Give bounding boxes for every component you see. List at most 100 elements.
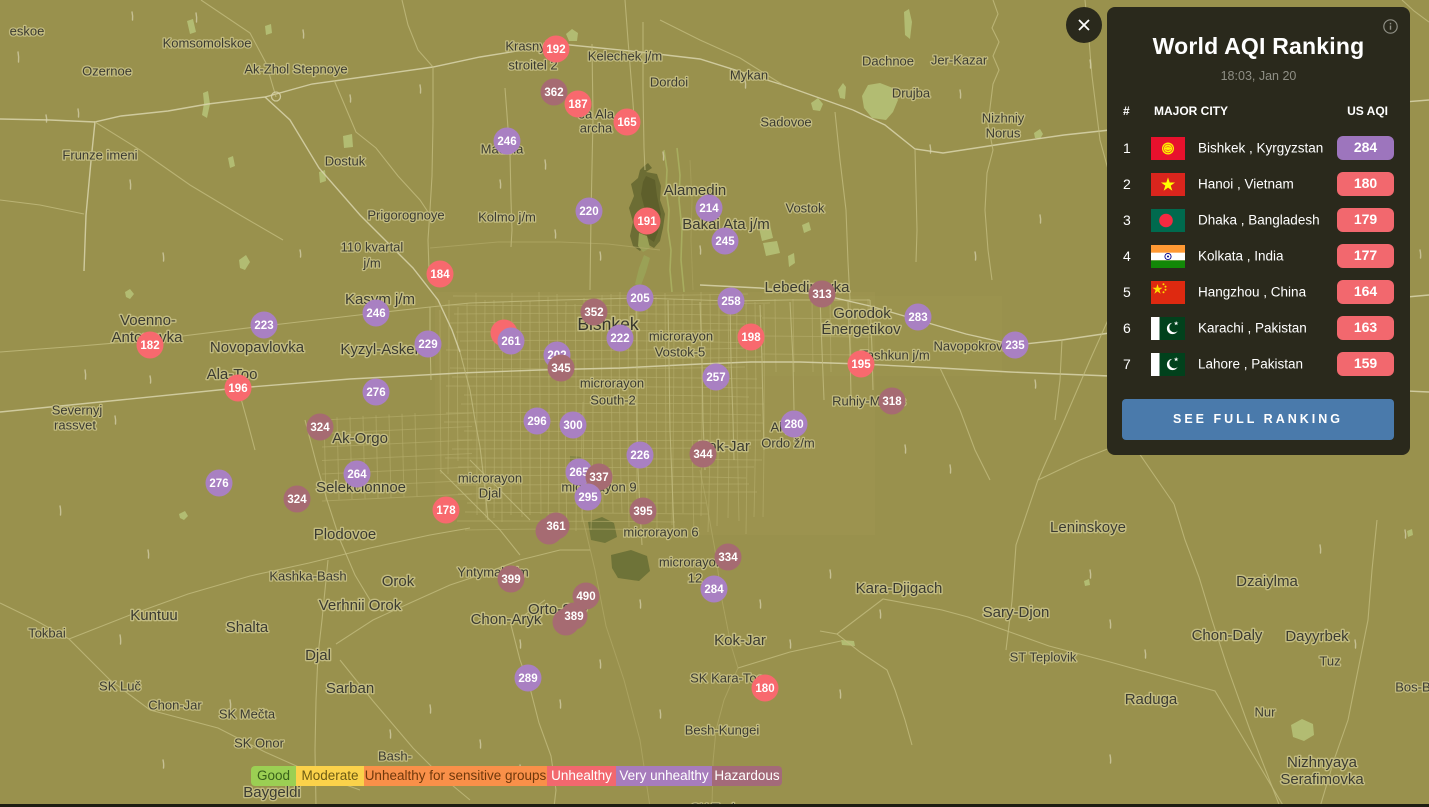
svg-text:Djal: Djal bbox=[479, 486, 502, 501]
svg-text:395: 395 bbox=[633, 506, 653, 518]
svg-text:235: 235 bbox=[1005, 340, 1025, 352]
svg-text:226: 226 bbox=[630, 450, 649, 462]
svg-text:Frunze imeni: Frunze imeni bbox=[62, 148, 137, 163]
svg-text:Kok-Jar: Kok-Jar bbox=[714, 632, 766, 649]
svg-text:Krasnyi: Krasnyi bbox=[505, 39, 548, 54]
svg-text:284: 284 bbox=[704, 584, 724, 596]
svg-text:246: 246 bbox=[366, 308, 385, 320]
svg-text:Kuntuu: Kuntuu bbox=[130, 607, 178, 624]
svg-text:198: 198 bbox=[741, 332, 761, 344]
svg-text:345: 345 bbox=[551, 363, 571, 375]
svg-text:Raduga: Raduga bbox=[1125, 691, 1178, 708]
svg-text:276: 276 bbox=[366, 387, 385, 399]
svg-text:490: 490 bbox=[576, 591, 595, 603]
svg-text:microrayon: microrayon bbox=[659, 555, 723, 570]
svg-text:Ak-Zhol Stepnoye: Ak-Zhol Stepnoye bbox=[244, 62, 347, 77]
svg-text:Sadovoe: Sadovoe bbox=[760, 115, 811, 130]
svg-text:Kelechek j/m: Kelechek j/m bbox=[588, 49, 662, 64]
svg-text:205: 205 bbox=[630, 293, 650, 305]
svg-text:191: 191 bbox=[637, 216, 657, 228]
svg-text:Besh-Kungei: Besh-Kungei bbox=[685, 723, 760, 738]
svg-text:Nizhnyaya: Nizhnyaya bbox=[1287, 754, 1358, 771]
svg-text:microrayon: microrayon bbox=[649, 329, 713, 344]
svg-text:Dzaiylma: Dzaiylma bbox=[1236, 573, 1298, 590]
svg-text:220: 220 bbox=[579, 206, 598, 218]
svg-text:Chon-Jar: Chon-Jar bbox=[148, 698, 202, 713]
svg-text:Kyzyl-Asker: Kyzyl-Asker bbox=[340, 341, 419, 358]
svg-text:318: 318 bbox=[882, 396, 902, 408]
svg-text:Djal: Djal bbox=[305, 647, 331, 664]
svg-text:Bash-: Bash- bbox=[378, 749, 412, 764]
svg-text:Dayyrbek: Dayyrbek bbox=[1285, 628, 1349, 645]
svg-text:Vostok: Vostok bbox=[785, 201, 825, 216]
svg-text:Dordoi: Dordoi bbox=[650, 75, 688, 90]
svg-text:Ozernoe: Ozernoe bbox=[82, 64, 132, 79]
svg-text:microrayon: microrayon bbox=[458, 471, 522, 486]
svg-text:296: 296 bbox=[527, 416, 546, 428]
svg-text:276: 276 bbox=[209, 478, 228, 490]
svg-text:Énergetikov: Énergetikov bbox=[821, 321, 901, 338]
svg-text:Ak-Orgo: Ak-Orgo bbox=[332, 430, 388, 447]
svg-text:Lebedinovka: Lebedinovka bbox=[764, 279, 850, 296]
svg-text:180: 180 bbox=[755, 683, 774, 695]
svg-text:258: 258 bbox=[721, 296, 741, 308]
svg-text:Leninskoye: Leninskoye bbox=[1050, 519, 1126, 536]
svg-text:j/m: j/m bbox=[362, 256, 380, 271]
svg-text:261: 261 bbox=[501, 336, 521, 348]
svg-text:Novopavlovka: Novopavlovka bbox=[210, 339, 305, 356]
svg-text:182: 182 bbox=[140, 340, 159, 352]
svg-text:313: 313 bbox=[812, 289, 831, 301]
svg-text:Tuz: Tuz bbox=[1319, 654, 1340, 669]
svg-text:SK Luč: SK Luč bbox=[99, 679, 141, 694]
svg-text:192: 192 bbox=[546, 44, 565, 56]
svg-text:280: 280 bbox=[784, 419, 803, 431]
svg-text:Nur: Nur bbox=[1255, 705, 1277, 720]
svg-text:Prigorognoye: Prigorognoye bbox=[367, 208, 444, 223]
svg-text:165: 165 bbox=[617, 117, 637, 129]
svg-text:334: 334 bbox=[718, 552, 738, 564]
svg-text:Voenno-: Voenno- bbox=[120, 312, 176, 329]
svg-text:Verhnii Orok: Verhnii Orok bbox=[319, 597, 402, 614]
svg-text:195: 195 bbox=[851, 359, 871, 371]
svg-text:Orok: Orok bbox=[382, 573, 415, 590]
svg-text:SK Mečta: SK Mečta bbox=[219, 707, 276, 722]
svg-text:289: 289 bbox=[518, 673, 537, 685]
svg-text:229: 229 bbox=[418, 339, 437, 351]
svg-text:264: 264 bbox=[347, 469, 367, 481]
svg-text:12: 12 bbox=[688, 571, 702, 586]
svg-text:Dostuk: Dostuk bbox=[325, 154, 366, 169]
svg-text:187: 187 bbox=[568, 99, 587, 111]
svg-text:Nizhniy: Nizhniy bbox=[982, 111, 1025, 126]
svg-text:Ordo ž/m: Ordo ž/m bbox=[761, 436, 814, 451]
svg-text:361: 361 bbox=[546, 521, 566, 533]
svg-text:Severnyj: Severnyj bbox=[52, 403, 103, 418]
svg-text:Shalta: Shalta bbox=[226, 619, 269, 636]
svg-text:archa: archa bbox=[580, 121, 613, 136]
svg-text:Dachnoe: Dachnoe bbox=[862, 54, 914, 69]
svg-text:344: 344 bbox=[693, 449, 713, 461]
svg-text:Sarban: Sarban bbox=[326, 680, 374, 697]
svg-text:Kashka-Bash: Kashka-Bash bbox=[269, 569, 346, 584]
svg-text:399: 399 bbox=[501, 574, 520, 586]
svg-text:324: 324 bbox=[310, 422, 330, 434]
svg-text:295: 295 bbox=[578, 492, 598, 504]
svg-text:283: 283 bbox=[908, 312, 927, 324]
svg-text:257: 257 bbox=[706, 372, 725, 384]
svg-text:362: 362 bbox=[544, 87, 563, 99]
svg-text:SK Onor: SK Onor bbox=[234, 736, 285, 751]
svg-text:184: 184 bbox=[430, 269, 450, 281]
svg-text:Serafimovka: Serafimovka bbox=[1280, 771, 1364, 788]
svg-text:microrayon: microrayon bbox=[580, 376, 644, 391]
svg-text:222: 222 bbox=[610, 333, 629, 345]
svg-text:Kolmo j/m: Kolmo j/m bbox=[478, 210, 536, 225]
svg-text:eskoe: eskoe bbox=[10, 24, 45, 39]
svg-text:Plodovoe: Plodovoe bbox=[314, 526, 377, 543]
svg-text:Mykan: Mykan bbox=[730, 68, 768, 83]
svg-text:South-2: South-2 bbox=[590, 393, 636, 408]
svg-text:Tokbai: Tokbai bbox=[28, 626, 66, 641]
svg-text:178: 178 bbox=[436, 505, 456, 517]
svg-text:389: 389 bbox=[564, 611, 583, 623]
svg-text:Gorodok: Gorodok bbox=[833, 305, 891, 322]
svg-text:324: 324 bbox=[287, 494, 307, 506]
svg-text:Baygeldi: Baygeldi bbox=[243, 784, 301, 801]
